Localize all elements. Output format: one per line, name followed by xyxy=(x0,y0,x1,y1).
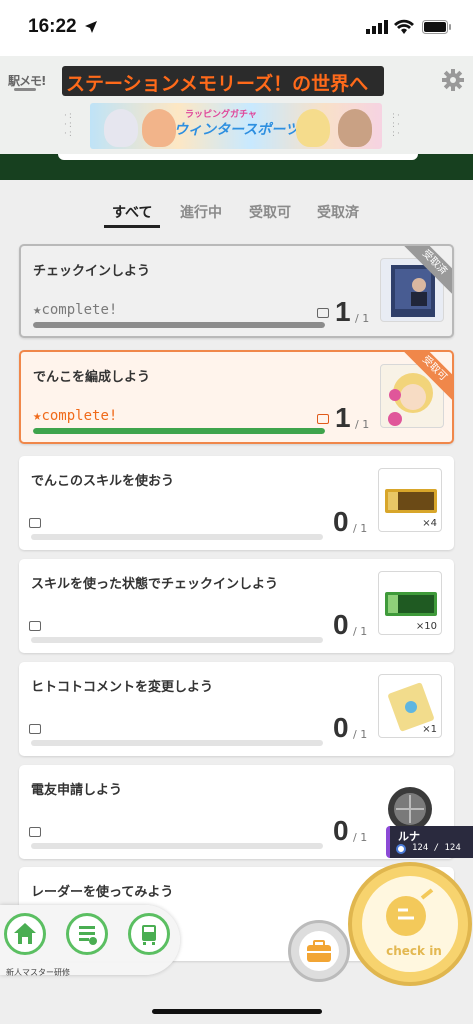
mission-title: 電友申請しよう xyxy=(31,783,123,798)
mission-title: チェックインしよう xyxy=(33,264,151,279)
hp-icon xyxy=(396,844,406,854)
train-mini-icon xyxy=(29,827,41,837)
complete-text: complete! xyxy=(41,302,118,318)
reward-thumbnail: ×10 xyxy=(378,571,442,635)
bottom-nav: 新人マスター研修 xyxy=(0,905,180,977)
ticker-text: ステーションメモリーズ！の世界へ xyxy=(66,73,369,95)
reward-thumbnail: ×1 xyxy=(378,674,442,738)
mission-total: / 1 xyxy=(353,831,368,844)
mission-title: ヒトコトコメントを変更しよう xyxy=(31,680,214,695)
status-bar: 16:22 xyxy=(0,0,473,56)
mission-total: / 1 xyxy=(353,522,368,535)
mission-title: でんこを編成しよう xyxy=(33,370,151,385)
mission-card[interactable]: でんこのスキルを使おう 0 / 1 ×4 xyxy=(19,456,454,550)
briefcase-icon xyxy=(307,940,331,962)
progress-bar xyxy=(31,843,323,849)
reward-thumbnail: ×4 xyxy=(378,468,442,532)
mission-title: スキルを使った状態でチェックインしよう xyxy=(31,577,279,592)
character-art xyxy=(104,109,138,147)
checkin-button[interactable]: check in xyxy=(348,862,472,986)
train-mini-icon xyxy=(317,308,329,318)
news-ticker[interactable]: ステーションメモリーズ！の世界へ xyxy=(62,66,384,96)
banner-subtitle: ウィンタースポーツ xyxy=(174,122,300,138)
mission-total: / 1 xyxy=(355,418,370,431)
header-band xyxy=(0,154,473,180)
character-art xyxy=(296,109,330,147)
train-button[interactable] xyxy=(128,913,170,955)
reward-quantity: ×1 xyxy=(422,724,437,735)
mission-count: 0 xyxy=(333,506,349,537)
tab-in-progress[interactable]: 進行中 xyxy=(180,202,222,222)
mission-count: 1 xyxy=(335,296,351,327)
complete-text: complete! xyxy=(41,408,118,424)
banner-next-dots[interactable]: :·:·:· xyxy=(392,112,402,139)
progress-fill xyxy=(33,322,325,328)
tab-all[interactable]: すべて xyxy=(112,202,152,222)
mission-card[interactable]: チェックインしよう ★complete! 1 / 1 受取済 xyxy=(19,244,454,338)
tab-claimed[interactable]: 受取済 xyxy=(317,202,359,222)
mission-title: レーダーを使ってみよう xyxy=(31,885,174,900)
progress-bar xyxy=(31,534,323,540)
bag-button[interactable] xyxy=(288,920,350,982)
train-mini-icon xyxy=(29,518,41,528)
mission-count: 0 xyxy=(333,815,349,846)
gear-icon[interactable] xyxy=(441,68,465,92)
wifi-icon xyxy=(394,19,414,34)
status-time: 16:22 xyxy=(28,16,77,37)
bag-inner xyxy=(299,931,339,971)
nav-label: 新人マスター研修 xyxy=(6,968,70,977)
reward-quantity: ×10 xyxy=(415,621,437,632)
event-banner[interactable]: ラッピングガチャ ウィンタースポーツ xyxy=(90,103,382,149)
banner-prev-dots[interactable]: ·: ·: ·: xyxy=(64,112,74,139)
character-art xyxy=(142,109,176,147)
partner-status[interactable]: ルナ 124 / 124 xyxy=(386,826,473,858)
home-button[interactable] xyxy=(4,913,46,955)
train-icon xyxy=(142,925,156,945)
mission-total: / 1 xyxy=(353,728,368,741)
train-mini-icon xyxy=(29,621,41,631)
character-art xyxy=(338,109,372,147)
partner-name: ルナ xyxy=(398,830,420,843)
progress-bar xyxy=(33,322,325,328)
train-mini-icon xyxy=(317,414,329,424)
mission-total: / 1 xyxy=(355,312,370,325)
app-logo[interactable]: 駅メモ! xyxy=(8,72,46,89)
active-tab-indicator xyxy=(104,225,160,228)
reward-quantity: ×4 xyxy=(422,518,437,529)
mission-card[interactable]: スキルを使った状態でチェックインしよう 0 / 1 ×10 xyxy=(19,559,454,653)
train-mini-icon xyxy=(29,724,41,734)
mission-total: / 1 xyxy=(353,625,368,638)
mission-list-button[interactable] xyxy=(66,913,108,955)
band-notch xyxy=(58,154,418,160)
mission-card[interactable]: ヒトコトコメントを変更しよう 0 / 1 ×1 xyxy=(19,662,454,756)
mission-card[interactable]: でんこを編成しよう ★complete! 1 / 1 受取可 xyxy=(19,350,454,444)
mission-count: 0 xyxy=(333,609,349,640)
signal-icon xyxy=(366,20,388,34)
partner-hp: 124 / 124 xyxy=(412,843,461,853)
app-header: 駅メモ! ステーションメモリーズ！の世界へ ラッピングガチャ ウィンタースポーツ… xyxy=(0,56,473,154)
mission-list-icon xyxy=(79,926,97,945)
progress-bar xyxy=(31,740,323,746)
home-icon xyxy=(14,923,36,944)
progress-fill xyxy=(33,428,325,434)
tab-claimable[interactable]: 受取可 xyxy=(249,202,291,222)
battery-icon xyxy=(422,20,451,34)
checkin-label: check in xyxy=(386,944,442,958)
complete-label: ★complete! xyxy=(33,408,118,424)
progress-bar xyxy=(31,637,323,643)
mission-title: でんこのスキルを使おう xyxy=(31,474,175,489)
home-indicator xyxy=(152,1009,322,1014)
logo-underline xyxy=(14,88,36,91)
progress-bar xyxy=(33,428,325,434)
location-arrow-icon xyxy=(85,21,97,33)
complete-label: ★complete! xyxy=(33,302,118,318)
mission-count: 0 xyxy=(333,712,349,743)
mission-count: 1 xyxy=(335,402,351,433)
